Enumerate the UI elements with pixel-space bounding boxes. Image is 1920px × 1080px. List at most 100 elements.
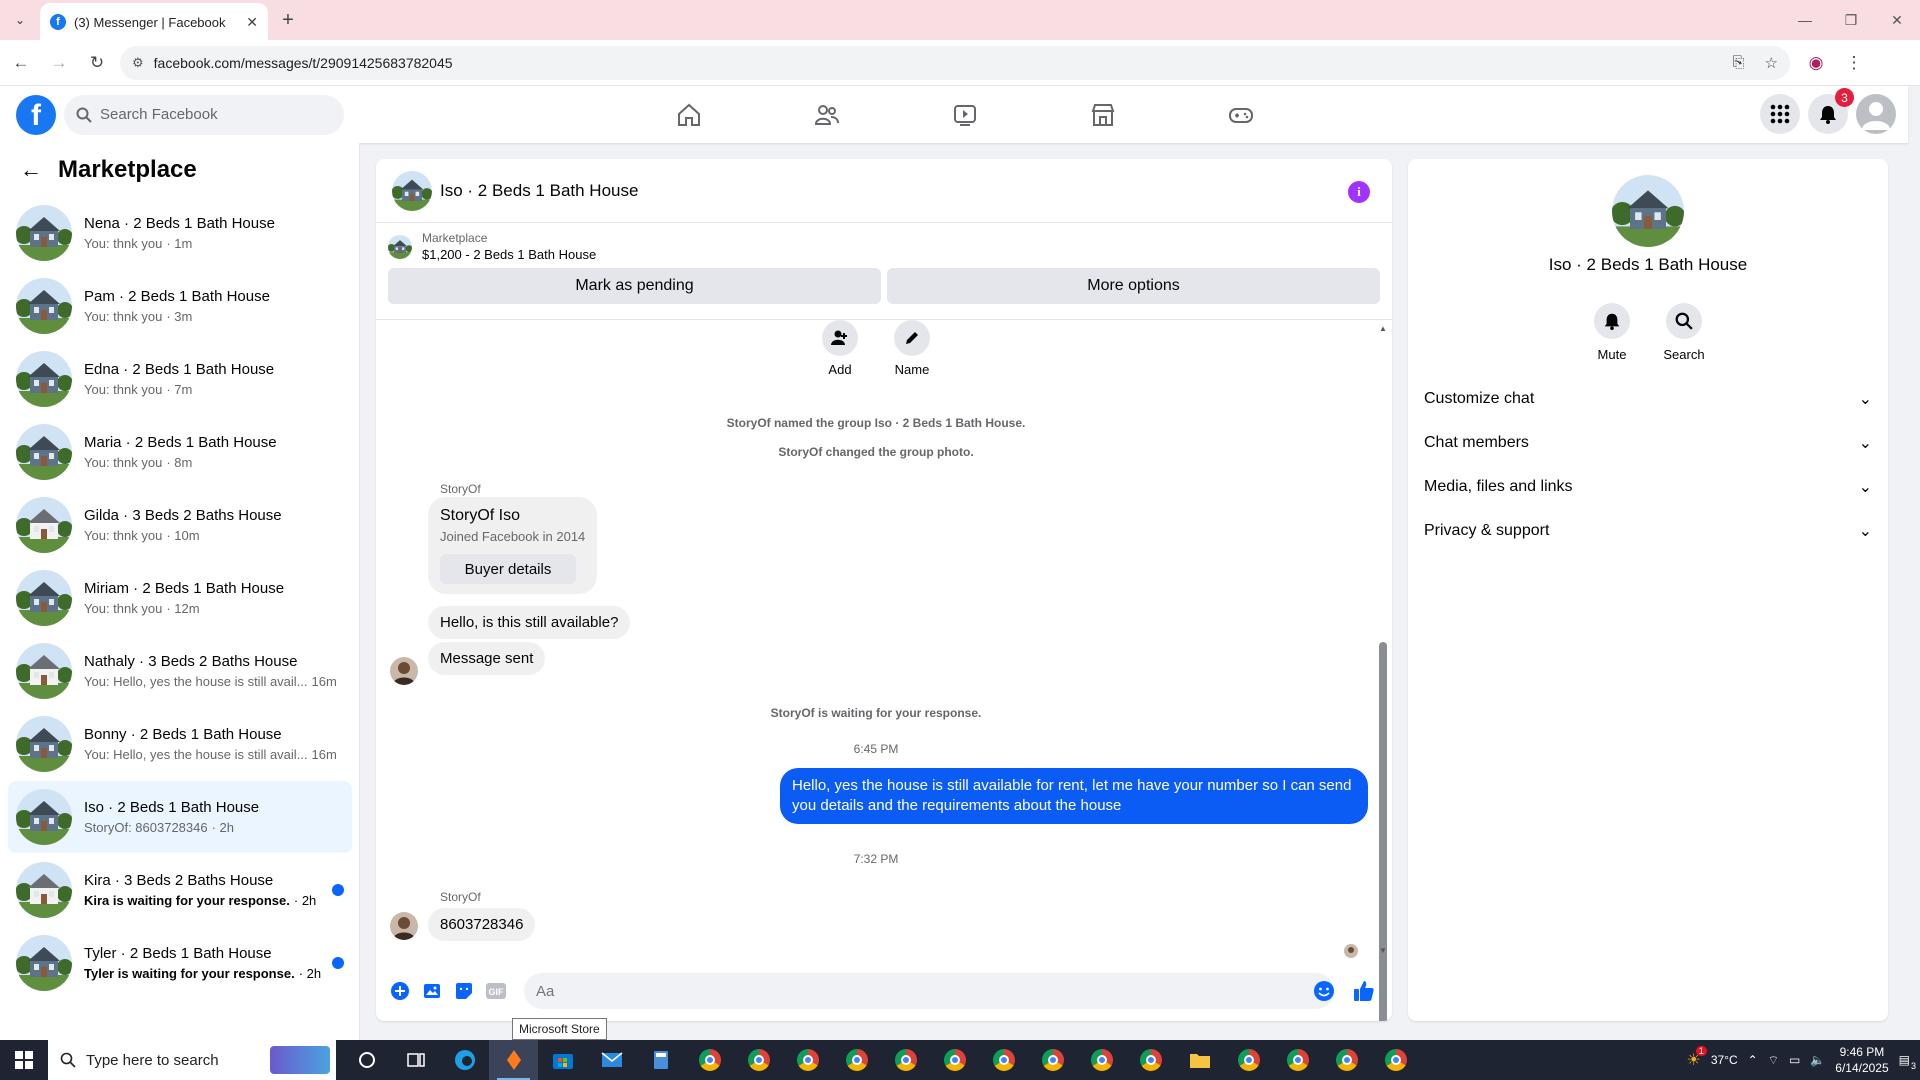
info-icon[interactable]: i — [1348, 181, 1370, 203]
new-tab-button[interactable]: + — [272, 4, 304, 36]
conversation-item[interactable]: Nena · 2 Beds 1 Bath House You: thnk you ·… — [8, 197, 352, 269]
listing-price[interactable]: $1,200 - 2 Beds 1 Bath House — [422, 247, 596, 262]
conversation-item[interactable]: Bonny · 2 Beds 1 Bath House You: Hello, y… — [8, 708, 352, 780]
attach-photo-button[interactable] — [416, 975, 448, 1007]
file-explorer-icon[interactable] — [1175, 1040, 1224, 1080]
url-text[interactable]: facebook.com/messages/t/2909142568378204… — [154, 55, 1713, 71]
scroll-up-arrow-icon[interactable]: ▲ — [1379, 324, 1387, 333]
temperature[interactable]: 37°C — [1711, 1053, 1738, 1067]
site-settings-icon[interactable]: ⚙ — [132, 55, 144, 71]
friends-tab[interactable] — [758, 86, 896, 143]
browser-menu-icon[interactable]: ⋮ — [1840, 49, 1868, 77]
start-button[interactable] — [0, 1040, 48, 1080]
action-center-icon[interactable]: ▤ 3 — [1899, 1053, 1916, 1071]
conversation-item[interactable]: Iso · 2 Beds 1 Bath House StoryOf: 860372… — [8, 781, 352, 853]
chrome-icon[interactable] — [1371, 1040, 1420, 1080]
chrome-icon[interactable] — [1126, 1040, 1175, 1080]
chrome-icon[interactable] — [1224, 1040, 1273, 1080]
video-tab[interactable] — [896, 86, 1034, 143]
my-message-bubble[interactable]: Hello, yes the house is still available … — [780, 768, 1368, 824]
message-input[interactable] — [524, 973, 1334, 1009]
chrome-icon[interactable] — [1028, 1040, 1077, 1080]
profile-icon[interactable]: ◉ — [1802, 49, 1830, 77]
facebook-logo[interactable]: f — [16, 94, 56, 135]
conversation-item[interactable]: Kira · 3 Beds 2 Baths House Kira is waiti… — [8, 854, 352, 926]
weather-icon[interactable]: ☀ 1 — [1686, 1046, 1707, 1070]
facebook-search[interactable]: Search Facebook — [64, 94, 344, 135]
chrome-icon[interactable] — [979, 1040, 1028, 1080]
message-bubble[interactable]: Message sent — [428, 642, 546, 675]
chrome-icon[interactable] — [930, 1040, 979, 1080]
reload-button[interactable]: ↻ — [80, 46, 114, 80]
conversation-item[interactable]: Miriam · 2 Beds 1 Bath House You: thnk yo… — [8, 562, 352, 634]
back-button[interactable]: ← — [4, 46, 38, 80]
close-window-button[interactable]: ✕ — [1874, 0, 1920, 40]
tab-search-menu-icon[interactable]: ⌄ — [0, 0, 40, 40]
like-button[interactable] — [1348, 975, 1380, 1007]
listing-thumbnail[interactable] — [388, 234, 412, 259]
bookmark-star-icon[interactable]: ☆ — [1765, 54, 1778, 72]
conversation-item[interactable]: Gilda · 3 Beds 2 Baths House You: thnk yo… — [8, 489, 352, 561]
conversation-item[interactable]: Edna · 2 Beds 1 Bath House You: thnk you ·… — [8, 343, 352, 415]
section-privacy-support[interactable]: Privacy & support ⌄ — [1424, 513, 1872, 549]
chat-title[interactable]: Iso · 2 Beds 1 Bath House — [440, 181, 638, 201]
chrome-icon[interactable] — [1077, 1040, 1126, 1080]
mail-icon[interactable] — [587, 1040, 636, 1080]
add-member-action[interactable]: Add — [810, 320, 870, 377]
sender-avatar[interactable] — [390, 912, 418, 940]
cortana-icon[interactable] — [342, 1040, 391, 1080]
notifications-button[interactable]: 3 — [1808, 88, 1854, 134]
section-customize-chat[interactable]: Customize chat ⌄ — [1424, 381, 1872, 417]
section-media-files-links[interactable]: Media, files and links ⌄ — [1424, 469, 1872, 505]
sticker-button[interactable] — [448, 975, 480, 1007]
name-group-action[interactable]: Name — [882, 320, 942, 377]
conversation-item[interactable]: Maria · 2 Beds 1 Bath House You: thnk you… — [8, 416, 352, 488]
more-options-button[interactable]: More options — [887, 268, 1380, 304]
conversation-item[interactable]: Nathaly · 3 Beds 2 Baths House You: Hello… — [8, 635, 352, 707]
menu-grid-button[interactable] — [1760, 94, 1800, 134]
forward-button[interactable]: → — [42, 46, 76, 80]
sender-avatar[interactable] — [390, 657, 418, 685]
chrome-icon[interactable] — [832, 1040, 881, 1080]
chrome-icon[interactable] — [1322, 1040, 1371, 1080]
buyer-details-button[interactable]: Buyer details — [440, 554, 576, 584]
task-view-icon[interactable] — [391, 1040, 440, 1080]
minimize-button[interactable]: — — [1782, 0, 1828, 40]
group-photo[interactable] — [1612, 175, 1684, 247]
mark-as-pending-button[interactable]: Mark as pending — [388, 268, 881, 304]
address-bar[interactable]: ⚙ facebook.com/messages/t/29091425683782… — [120, 45, 1790, 80]
message-bubble[interactable]: Hello, is this still available? — [428, 606, 631, 639]
mute-button[interactable]: Mute — [1576, 303, 1648, 362]
section-chat-members[interactable]: Chat members ⌄ — [1424, 425, 1872, 461]
display-icon[interactable]: ▭ — [1789, 1053, 1800, 1067]
chrome-icon[interactable] — [685, 1040, 734, 1080]
app-pinned-icon[interactable] — [489, 1040, 538, 1080]
restore-button[interactable]: ❐ — [1828, 0, 1874, 40]
microsoft-store-icon[interactable] — [538, 1040, 587, 1080]
tab-close-icon[interactable]: ✕ — [246, 14, 258, 31]
conversation-item[interactable]: Pam · 2 Beds 1 Bath House You: thnk you · … — [8, 270, 352, 342]
marketplace-tab[interactable] — [1034, 86, 1172, 143]
account-avatar[interactable] — [1856, 94, 1896, 134]
taskbar-search[interactable]: Type here to search — [48, 1040, 336, 1080]
home-tab[interactable] — [620, 86, 758, 143]
network-icon[interactable]: ⌔ — [1768, 1053, 1779, 1068]
gif-button[interactable]: GIF — [480, 975, 512, 1007]
gaming-tab[interactable] — [1172, 86, 1310, 143]
search-in-chat-button[interactable]: Search — [1648, 303, 1720, 362]
message-thread[interactable]: ▲ ▼ Add Name StoryOf named the group Iso… — [376, 319, 1392, 1021]
volume-icon[interactable]: 🔈 — [1810, 1053, 1825, 1067]
chrome-icon[interactable] — [881, 1040, 930, 1080]
chrome-icon[interactable] — [1273, 1040, 1322, 1080]
calculator-icon[interactable] — [636, 1040, 685, 1080]
emoji-button[interactable] — [1308, 975, 1340, 1007]
back-arrow-icon[interactable]: ← — [20, 157, 42, 183]
edge-icon[interactable] — [440, 1040, 489, 1080]
chrome-icon[interactable] — [783, 1040, 832, 1080]
message-bubble[interactable]: 8603728346 — [428, 908, 536, 941]
chat-avatar[interactable] — [392, 170, 432, 211]
browser-tab[interactable]: f (3) Messenger | Facebook ✕ — [40, 3, 268, 41]
conversation-item[interactable]: Tyler · 2 Beds 1 Bath House Tyler is wait… — [8, 927, 352, 999]
chevron-up-icon[interactable]: ⌃ — [1748, 1053, 1758, 1067]
chrome-icon[interactable] — [734, 1040, 783, 1080]
